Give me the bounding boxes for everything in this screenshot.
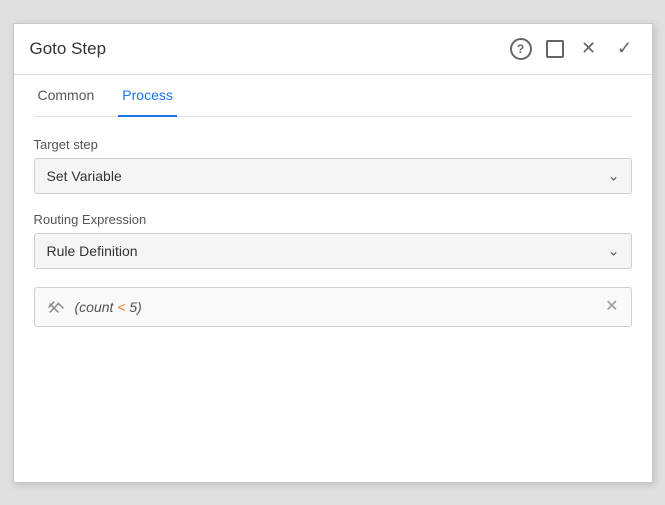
expression-value: (count < 5)	[75, 299, 596, 315]
routing-expression-select-wrapper: Rule Definition Expression None ⌄	[34, 233, 632, 269]
close-icon[interactable]: ✕	[578, 38, 600, 60]
expression-var: count	[79, 299, 117, 315]
target-step-group: Target step Set Variable Start End Assig…	[34, 137, 632, 194]
expression-operator: <	[117, 299, 125, 315]
tabs: Common Process	[34, 75, 632, 117]
dialog-title: Goto Step	[30, 39, 510, 59]
expression-box: (count < 5) ✕	[34, 287, 632, 327]
expression-close-icon[interactable]: ✕	[605, 299, 618, 315]
routing-expression-select[interactable]: Rule Definition Expression None	[34, 233, 632, 269]
expression-number: 5)	[126, 299, 142, 315]
target-step-label: Target step	[34, 137, 632, 152]
header-icons: ? ✕ ✓	[510, 38, 636, 60]
routing-expression-group: Routing Expression Rule Definition Expre…	[34, 212, 632, 269]
target-step-select-wrapper: Set Variable Start End Assign Task ⌄	[34, 158, 632, 194]
dialog-header: Goto Step ? ✕ ✓	[14, 24, 652, 75]
expression-rule-icon	[47, 298, 65, 316]
help-icon[interactable]: ?	[510, 38, 532, 60]
routing-expression-label: Routing Expression	[34, 212, 632, 227]
dialog-body: Common Process Target step Set Variable …	[14, 75, 652, 347]
confirm-icon[interactable]: ✓	[614, 38, 636, 60]
target-step-select[interactable]: Set Variable Start End Assign Task	[34, 158, 632, 194]
goto-step-dialog: Goto Step ? ✕ ✓ Common Process Target st…	[13, 23, 653, 483]
maximize-icon[interactable]	[546, 40, 564, 58]
tab-common[interactable]: Common	[34, 75, 99, 117]
tab-process[interactable]: Process	[118, 75, 177, 117]
